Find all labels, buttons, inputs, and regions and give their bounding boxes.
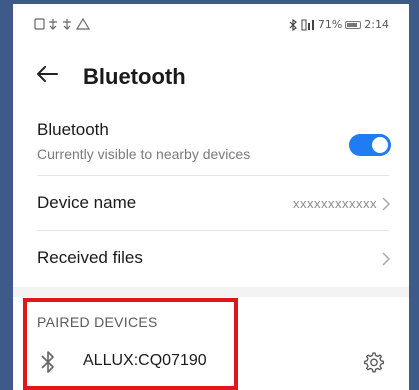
device-name-row[interactable]: Device name xxxxxxxxxxxx — [13, 176, 409, 230]
app-header: Bluetooth — [13, 56, 409, 96]
chevron-right-icon — [382, 252, 391, 266]
received-files-row[interactable]: Received files — [13, 231, 409, 285]
frame-left-edge — [0, 0, 13, 390]
arrow-left-icon[interactable] — [33, 60, 61, 88]
chevron-right-icon — [382, 197, 391, 211]
status-time: 2:14 — [364, 18, 389, 31]
status-bar: 71% 2:14 — [13, 4, 409, 38]
section-separator — [13, 287, 409, 297]
bluetooth-toggle-switch[interactable] — [349, 134, 391, 156]
status-bluetooth-icon — [289, 18, 297, 31]
bluetooth-toggle-row[interactable]: Bluetooth Currently visible to nearby de… — [13, 116, 409, 172]
signal-icon — [301, 19, 314, 30]
gear-icon[interactable] — [361, 350, 385, 374]
battery-icon — [345, 20, 362, 29]
notification-icons — [34, 17, 91, 30]
status-right-icons: 71% 2:14 — [288, 18, 389, 31]
received-files-label: Received files — [37, 248, 143, 267]
battery-percent: 71% — [317, 18, 343, 31]
page-title: Bluetooth — [83, 64, 186, 89]
phone-screen: 71% 2:14 Bluetooth Bluetooth Currently v… — [13, 4, 409, 390]
frame-right-edge — [409, 0, 419, 390]
device-name-value: xxxxxxxxxxxx — [293, 196, 377, 211]
bluetooth-row-title: Bluetooth — [37, 120, 109, 139]
bluetooth-row-subtitle: Currently visible to nearby devices — [37, 146, 251, 162]
status-left-icons — [34, 17, 94, 33]
device-name-label: Device name — [37, 193, 137, 212]
red-highlight-box — [23, 298, 238, 390]
